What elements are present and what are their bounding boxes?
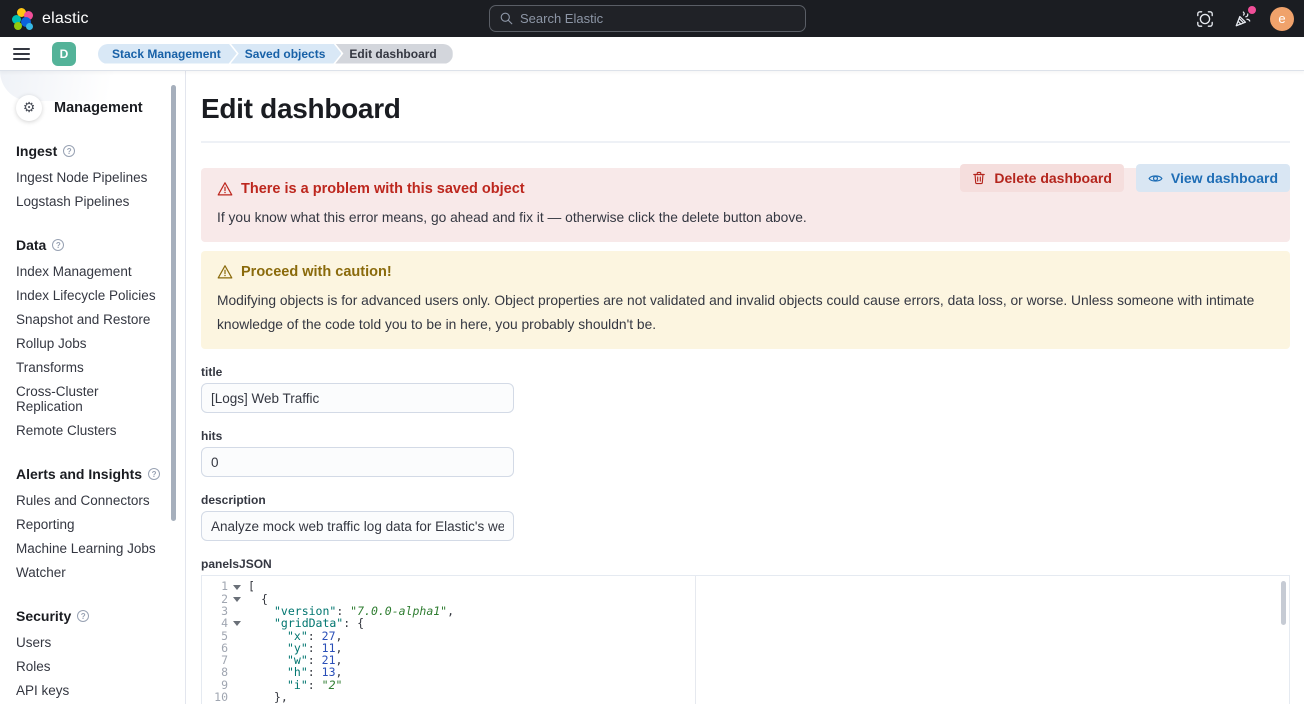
nav-group-label: Data?	[16, 237, 169, 253]
elastic-logo[interactable]: elastic	[12, 8, 89, 30]
sidebar-scrollbar[interactable]	[171, 85, 176, 521]
brand-text: elastic	[42, 10, 89, 28]
menu-icon[interactable]	[10, 42, 34, 66]
search-icon	[500, 12, 513, 25]
sidebar-item-ingest-node-pipelines[interactable]: Ingest Node Pipelines	[16, 165, 169, 189]
nav-group-label: Ingest?	[16, 143, 169, 159]
title-label: title	[201, 365, 1290, 379]
sidebar-item-rules-and-connectors[interactable]: Rules and Connectors	[16, 488, 169, 512]
hits-field[interactable]	[201, 447, 514, 477]
editor-scrollbar[interactable]	[1281, 581, 1286, 625]
help-circle-icon: ?	[63, 145, 75, 157]
code-line: 4"gridData": {	[202, 617, 1289, 629]
gear-icon: ⚙	[16, 95, 42, 121]
code-line: 7"w": 21,	[202, 654, 1289, 666]
nav-group-ingest: Ingest? Ingest Node PipelinesLogstash Pip…	[16, 143, 169, 213]
sidebar-item-roles[interactable]: Roles	[16, 654, 169, 678]
error-callout-title: There is a problem with this saved objec…	[241, 181, 525, 197]
sidebar-item-reporting[interactable]: Reporting	[16, 512, 169, 536]
title-divider	[201, 141, 1290, 143]
nav-group-alerts-and-insights: Alerts and Insights? Rules and Connectors…	[16, 466, 169, 584]
breadcrumb-bar: D Stack ManagementSaved objectsEdit dash…	[0, 37, 1304, 71]
fold-caret-icon[interactable]	[233, 621, 241, 626]
code-line: 3"version": "7.0.0-alpha1",	[202, 605, 1289, 617]
breadcrumb: Stack ManagementSaved objectsEdit dashbo…	[98, 44, 453, 64]
panelsJSON-label: panelsJSON	[201, 557, 1290, 571]
deployment-icon[interactable]	[1194, 8, 1216, 30]
help-circle-icon: ?	[52, 239, 64, 251]
print-margin-line	[695, 576, 696, 704]
delete-dashboard-button[interactable]: Delete dashboard	[960, 164, 1123, 192]
code-line: 5"x": 27,	[202, 630, 1289, 642]
global-search[interactable]	[489, 5, 806, 32]
view-dashboard-button[interactable]: View dashboard	[1136, 164, 1290, 192]
code-line: 9"i": "2"	[202, 679, 1289, 691]
hits-label: hits	[201, 429, 1290, 443]
trash-icon	[972, 171, 986, 185]
eye-icon	[1148, 171, 1163, 186]
management-sidebar: ⚙ Management Ingest? Ingest Node Pipeline…	[0, 71, 186, 704]
nav-group-label: Security?	[16, 608, 169, 624]
notification-dot	[1248, 6, 1256, 14]
sidebar-item-snapshot-and-restore[interactable]: Snapshot and Restore	[16, 307, 169, 331]
sidebar-item-index-management[interactable]: Index Management	[16, 259, 169, 283]
sidebar-item-remote-clusters[interactable]: Remote Clusters	[16, 418, 169, 442]
code-line: 1[	[202, 580, 1289, 592]
code-line: 6"y": 11,	[202, 642, 1289, 654]
space-avatar[interactable]: D	[52, 42, 76, 66]
top-header: elastic e	[0, 0, 1304, 37]
newsfeed-icon[interactable]	[1232, 8, 1254, 30]
main-content: Edit dashboard Delete dashboard	[186, 71, 1304, 704]
alert-icon	[217, 264, 233, 280]
fold-caret-icon[interactable]	[233, 597, 241, 602]
page-title: Edit dashboard	[201, 93, 1290, 125]
description-label: description	[201, 493, 1290, 507]
nav-group-security: Security?UsersRolesAPI keysRole Mappings	[16, 608, 169, 704]
sidebar-item-api-keys[interactable]: API keys	[16, 678, 169, 702]
sidebar-item-users[interactable]: Users	[16, 630, 169, 654]
breadcrumb-edit-dashboard: Edit dashboard	[335, 44, 452, 64]
error-callout-body: If you know what this error means, go ah…	[217, 206, 1274, 229]
sidebar-item-index-lifecycle-policies[interactable]: Index Lifecycle Policies	[16, 283, 169, 307]
description-field[interactable]	[201, 511, 514, 541]
breadcrumb-stack-management[interactable]: Stack Management	[98, 44, 237, 64]
code-line: 8"h": 13,	[202, 666, 1289, 678]
fold-caret-icon[interactable]	[233, 585, 241, 590]
sidebar-item-logstash-pipelines[interactable]: Logstash Pipelines	[16, 189, 169, 213]
warning-callout-title: Proceed with caution!	[241, 264, 392, 280]
panelsJSON-code-editor[interactable]: 1[2{3"version": "7.0.0-alpha1",4"gridDat…	[201, 575, 1290, 704]
breadcrumb-saved-objects[interactable]: Saved objects	[231, 44, 342, 64]
user-avatar[interactable]: e	[1270, 7, 1294, 31]
sidebar-item-cross-cluster-replication[interactable]: Cross-Cluster Replication	[16, 379, 169, 418]
search-input[interactable]	[520, 11, 795, 26]
warning-callout-body: Modifying objects is for advanced users …	[217, 289, 1274, 336]
help-circle-icon: ?	[148, 468, 160, 480]
nav-group-label: Alerts and Insights?	[16, 466, 169, 482]
help-circle-icon: ?	[77, 610, 89, 622]
sidebar-item-watcher[interactable]: Watcher	[16, 560, 169, 584]
alert-icon	[217, 181, 233, 197]
elastic-logo-icon	[12, 8, 34, 30]
title-field[interactable]	[201, 383, 514, 413]
sidebar-item-machine-learning-jobs[interactable]: Machine Learning Jobs	[16, 536, 169, 560]
nav-group-data: Data? Index ManagementIndex Lifecycle Pol…	[16, 237, 169, 442]
sidebar-title: Management	[54, 100, 143, 116]
warning-callout: Proceed with caution! Modifying objects …	[201, 251, 1290, 349]
sidebar-item-rollup-jobs[interactable]: Rollup Jobs	[16, 331, 169, 355]
sidebar-item-transforms[interactable]: Transforms	[16, 355, 169, 379]
